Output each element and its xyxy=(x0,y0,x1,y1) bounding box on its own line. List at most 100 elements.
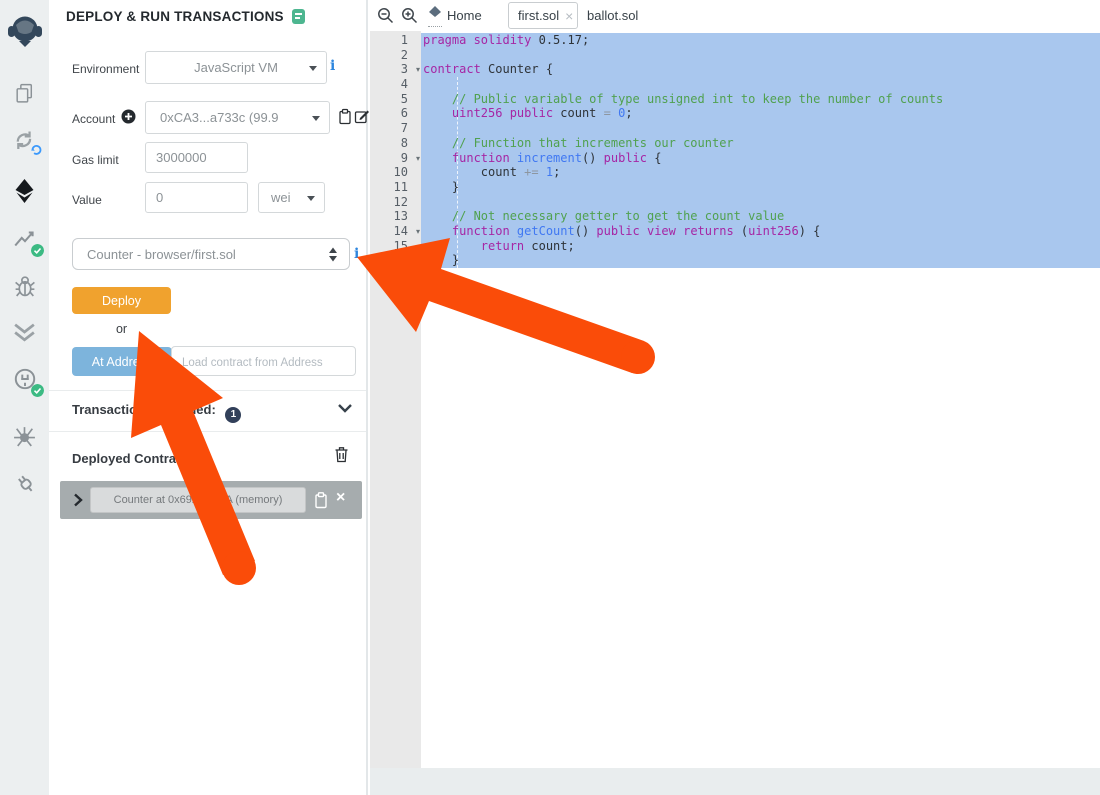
code-line[interactable] xyxy=(423,77,1100,92)
debugger-icon[interactable] xyxy=(0,273,49,298)
line-number: 16 xyxy=(370,253,421,268)
code-line[interactable]: contract Counter { xyxy=(423,62,1100,77)
panel-title-text: DEPLOY & RUN TRANSACTIONS xyxy=(66,9,284,24)
code-line[interactable]: pragma solidity 0.5.17; xyxy=(423,33,1100,48)
contract-select[interactable]: Counter - browser/first.sol xyxy=(72,238,350,270)
chevron-down-icon xyxy=(307,196,315,201)
environment-value: JavaScript VM xyxy=(194,60,278,75)
code-line[interactable]: uint256 public count = 0; xyxy=(423,106,1100,121)
terminal-divider-strip[interactable] xyxy=(370,768,1100,795)
environment-label: Environment xyxy=(72,62,139,76)
line-number: 9▾ xyxy=(370,151,421,166)
code-line[interactable]: function increment() public { xyxy=(423,151,1100,166)
gas-limit-label: Gas limit xyxy=(72,153,119,167)
line-number: 12 xyxy=(370,195,421,210)
gas-limit-input[interactable] xyxy=(145,142,248,173)
copy-deployed-address-icon[interactable] xyxy=(313,491,329,509)
deploy-and-run-icon[interactable] xyxy=(0,178,49,204)
static-analysis-icon[interactable] xyxy=(0,226,49,252)
line-number: 5 xyxy=(370,92,421,107)
transactions-collapse-chevron-icon[interactable] xyxy=(337,401,353,415)
zoom-out-icon[interactable] xyxy=(377,7,394,24)
code-line[interactable]: count += 1; xyxy=(423,165,1100,180)
code-line[interactable]: // Function that increments our counter xyxy=(423,136,1100,151)
transactions-count-badge: 1 xyxy=(225,407,241,423)
edit-account-icon[interactable] xyxy=(354,108,370,125)
line-number: 14▾ xyxy=(370,224,421,239)
tab-home[interactable]: Home xyxy=(447,8,482,23)
code-line[interactable]: } xyxy=(423,253,1100,268)
value-unit: wei xyxy=(271,190,291,205)
deployed-contracts-header: Deployed Contracts xyxy=(72,451,195,466)
contract-info-icon[interactable]: i xyxy=(354,247,359,261)
panel-title: DEPLOY & RUN TRANSACTIONS xyxy=(66,9,305,24)
line-number: 1 xyxy=(370,33,421,48)
unit-testing-icon[interactable] xyxy=(0,321,49,344)
solidity-compiler-icon[interactable] xyxy=(0,127,49,154)
security-spider-icon[interactable] xyxy=(0,424,49,447)
contract-select-value: Counter - browser/first.sol xyxy=(87,247,236,262)
value-unit-select[interactable]: wei xyxy=(258,182,325,213)
deployed-contract-title[interactable]: Counter at 0x692...77bA (memory) xyxy=(90,487,306,513)
code-line[interactable]: } xyxy=(423,180,1100,195)
line-number: 6 xyxy=(370,106,421,121)
remix-logo-icon[interactable] xyxy=(0,13,49,51)
deploy-run-panel: DEPLOY & RUN TRANSACTIONS Environment Ja… xyxy=(49,0,368,795)
value-label: Value xyxy=(72,193,102,207)
expand-contract-chevron-icon[interactable] xyxy=(73,493,83,507)
value-input[interactable] xyxy=(145,182,248,213)
at-address-button[interactable]: At Address xyxy=(72,347,172,376)
code-line[interactable]: // Not necessary getter to get the count… xyxy=(423,209,1100,224)
deploy-button[interactable]: Deploy xyxy=(72,287,171,314)
compiler-sync-badge xyxy=(30,143,43,156)
at-address-input[interactable] xyxy=(171,346,356,376)
code-line[interactable]: function getCount() public view returns … xyxy=(423,224,1100,239)
fold-icon[interactable]: ▾ xyxy=(416,63,420,78)
zoom-in-icon[interactable] xyxy=(401,7,418,24)
line-number: 10 xyxy=(370,165,421,180)
code-line[interactable] xyxy=(423,48,1100,63)
remove-deployed-icon[interactable]: × xyxy=(336,489,345,507)
copy-account-icon[interactable] xyxy=(337,108,353,125)
connect-plug-icon[interactable] xyxy=(0,470,49,496)
add-account-icon[interactable] xyxy=(121,109,136,124)
chevron-down-icon xyxy=(309,66,317,71)
account-value: 0xCA3...a733c (99.9 xyxy=(160,110,279,125)
divider xyxy=(49,431,366,432)
editor-area: Home first.sol × ballot.sol 123▾456789▾1… xyxy=(370,0,1100,795)
tab-first-sol-label: first.sol xyxy=(518,8,559,23)
line-number: 3▾ xyxy=(370,62,421,77)
or-label: or xyxy=(72,322,171,336)
transactions-recorded-row: Transactions recorded: 1 xyxy=(72,402,241,423)
line-number: 15 xyxy=(370,239,421,254)
code-line[interactable] xyxy=(423,195,1100,210)
file-explorer-icon[interactable] xyxy=(0,82,49,105)
remix-ide-window: DEPLOY & RUN TRANSACTIONS Environment Ja… xyxy=(0,0,1100,795)
tab-ballot-sol[interactable]: ballot.sol xyxy=(587,8,638,23)
line-number: 7 xyxy=(370,121,421,136)
fold-icon[interactable]: ▾ xyxy=(416,152,420,167)
doc-green-icon[interactable] xyxy=(292,9,305,24)
account-select[interactable]: 0xCA3...a733c (99.9 xyxy=(145,101,330,134)
close-tab-icon[interactable]: × xyxy=(565,8,573,24)
editor-tabbar: Home first.sol × ballot.sol xyxy=(370,0,1100,31)
environment-select[interactable]: JavaScript VM xyxy=(145,51,327,84)
tab-first-sol[interactable]: first.sol × xyxy=(508,2,578,29)
gutter-lines: 123▾456789▾1011121314▾1516 xyxy=(370,33,421,268)
account-label: Account xyxy=(72,112,115,126)
environment-info-icon[interactable]: i xyxy=(330,59,335,73)
code-line[interactable]: // Public variable of type unsigned int … xyxy=(423,92,1100,107)
code-line[interactable]: return count; xyxy=(423,239,1100,254)
plugin-check-badge xyxy=(31,384,44,397)
analysis-check-badge xyxy=(31,244,44,257)
line-number: 8 xyxy=(370,136,421,151)
chevron-down-icon xyxy=(312,116,320,121)
code-line[interactable] xyxy=(423,121,1100,136)
plugin-manager-icon[interactable] xyxy=(0,366,49,392)
code-lines[interactable]: pragma solidity 0.5.17; contract Counter … xyxy=(423,33,1100,268)
divider xyxy=(49,390,366,391)
clear-deployed-trash-icon[interactable] xyxy=(334,446,349,463)
fold-icon[interactable]: ▾ xyxy=(416,225,420,240)
line-number: 4 xyxy=(370,77,421,92)
transactions-recorded-label: Transactions recorded: xyxy=(72,402,216,417)
